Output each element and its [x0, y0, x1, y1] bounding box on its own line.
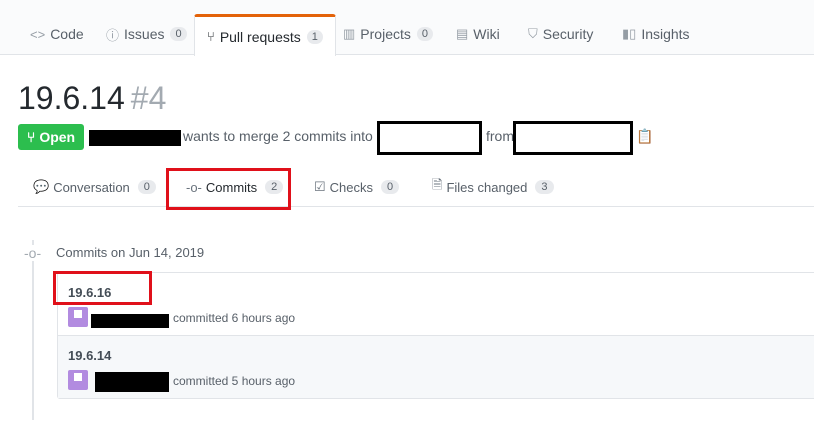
- commit-time: committed 5 hours ago: [173, 374, 296, 388]
- counter: 3: [535, 180, 554, 194]
- tab-issues[interactable]: ⓘ Issues 0: [94, 14, 199, 54]
- clipboard-icon[interactable]: 📋: [636, 128, 653, 145]
- tab-label: Security: [542, 26, 594, 42]
- merge-text: wants to merge 2 commits into: [183, 128, 373, 144]
- counter: 0: [170, 27, 187, 41]
- issue-icon: ⓘ: [106, 27, 120, 43]
- tab-label: Conversation: [53, 179, 130, 195]
- pr-title-text: 19.6.14: [18, 80, 125, 116]
- counter: 0: [416, 27, 433, 41]
- graph-icon: ▮▯: [622, 26, 637, 41]
- tab-code[interactable]: <> Code: [18, 14, 96, 54]
- list-item: 19.6.16 committed 6 hours ago: [58, 273, 814, 336]
- tab-label: Issues: [124, 26, 165, 42]
- timeline-line: [32, 240, 34, 420]
- tab-label: Projects: [360, 26, 411, 42]
- redacted-head-branch: [513, 121, 633, 155]
- counter: 1: [306, 29, 323, 44]
- tab-label: Files changed: [446, 179, 528, 195]
- tab-label: Pull requests: [219, 28, 301, 45]
- commit-icon: -o-: [24, 245, 42, 261]
- redacted-committer: [95, 372, 169, 392]
- project-icon: ▥: [343, 26, 356, 41]
- pull-request-icon: ⑂: [26, 129, 36, 145]
- redacted-base-branch: [377, 121, 482, 155]
- tab-label: Wiki: [473, 26, 500, 42]
- tab-pull-requests[interactable]: ⑂ Pull requests 1: [194, 14, 336, 56]
- tab-label: Insights: [641, 26, 690, 42]
- page-title: 19.6.14 #4: [18, 80, 166, 117]
- highlight-commits-tab: [166, 168, 291, 210]
- highlight-commit-message: [53, 271, 152, 305]
- tab-security[interactable]: ⛉ Security: [516, 14, 605, 54]
- book-icon: ▤: [456, 26, 469, 41]
- repo-nav: <> Code ⓘ Issues 0 ⑂ Pull requests 1 ▥ P…: [0, 0, 814, 56]
- avatar[interactable]: [68, 307, 88, 327]
- tab-insights[interactable]: ▮▯ Insights: [610, 14, 702, 54]
- file-diff-icon: 🗎: [432, 177, 443, 192]
- status-badge-label: Open: [39, 129, 76, 145]
- shield-icon: ⛉: [528, 26, 538, 41]
- tab-conversation[interactable]: 💬 Conversation 0: [33, 168, 156, 206]
- comment-icon: 💬: [33, 179, 50, 194]
- commit-list: 19.6.16 committed 6 hours ago 19.6.14 co…: [57, 272, 814, 399]
- tab-checks[interactable]: ☑ Checks 0: [314, 168, 400, 206]
- pull-request-icon: ⑂: [207, 29, 215, 44]
- redacted-author: [89, 130, 181, 146]
- tab-wiki[interactable]: ▤ Wiki: [444, 14, 512, 54]
- counter: 0: [137, 180, 156, 194]
- status-badge: ⑂ Open: [18, 124, 84, 150]
- commit-message-link[interactable]: 19.6.14: [68, 348, 111, 363]
- pr-tabs: 💬 Conversation 0 -o- Commits 2 ☑ Checks …: [18, 168, 814, 207]
- tab-projects[interactable]: ▥ Projects 0: [331, 14, 445, 54]
- code-icon: <>: [30, 26, 46, 42]
- tab-label: Code: [50, 26, 84, 42]
- checklist-icon: ☑: [314, 179, 326, 194]
- tab-label: Checks: [329, 179, 374, 195]
- tab-files-changed[interactable]: 🗎 Files changed 3: [432, 168, 554, 206]
- avatar[interactable]: [68, 370, 88, 390]
- list-item: 19.6.14 committed 5 hours ago: [58, 336, 814, 398]
- from-text: from: [486, 128, 514, 144]
- pr-number: #4: [130, 80, 167, 116]
- counter: 0: [381, 180, 400, 194]
- redacted-committer: [91, 314, 169, 328]
- commit-time: committed 6 hours ago: [173, 311, 296, 325]
- commits-date-heading: Commits on Jun 14, 2019: [56, 245, 205, 260]
